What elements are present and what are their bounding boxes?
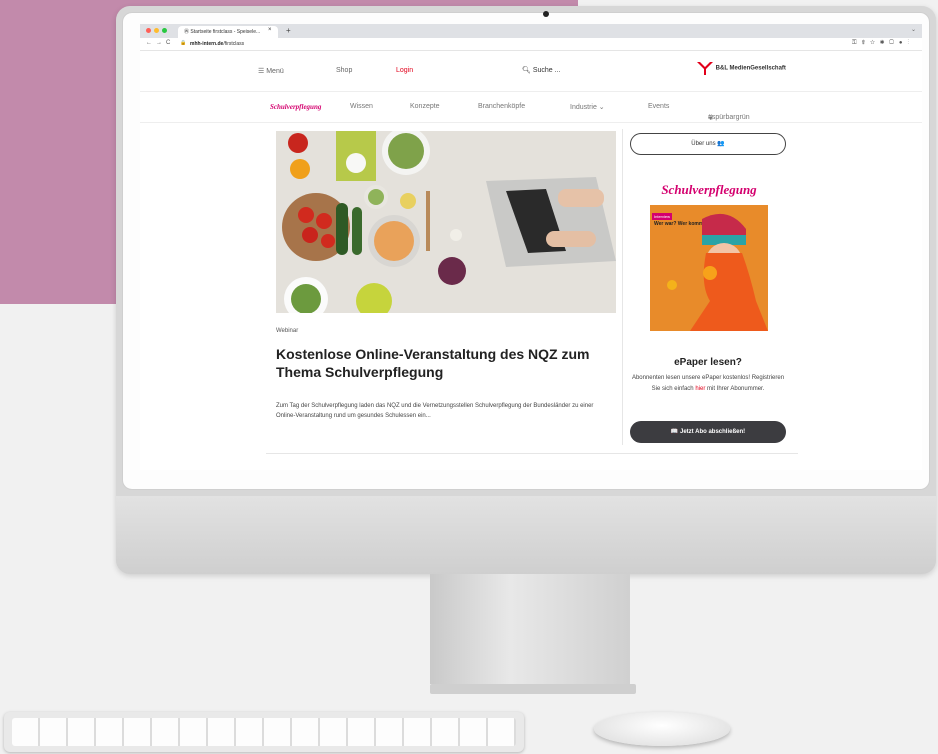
epaper-title: ePaper lesen? — [674, 357, 742, 368]
monitor-stand — [430, 574, 630, 684]
shop-link[interactable]: Shop — [336, 67, 352, 74]
menu-button[interactable]: ☰ Menü — [258, 67, 284, 75]
nav-item-industrie[interactable]: Industrie ⌄ — [570, 103, 605, 111]
main-nav: Schulverpflegung Wissen Konzepte Branche… — [140, 92, 922, 123]
epaper-text-part-2: mit Ihrer Abonummer. — [707, 386, 765, 392]
nav-item-konzepte[interactable]: Konzepte — [410, 103, 440, 110]
chevron-down-icon[interactable]: ⌄ — [911, 26, 916, 33]
keyboard-keys — [12, 718, 516, 746]
toolbar-icons[interactable]: ⚿⇧☆✱▢●⋮ — [852, 40, 914, 47]
epaper-here-link[interactable]: hier — [695, 386, 705, 392]
search-icon: 🔍︎ — [522, 67, 533, 74]
cover-photo — [667, 213, 768, 331]
close-window-button[interactable] — [146, 28, 151, 33]
site-header: ☰ Menü Shop Login 🔍︎ Suche ... B&L Medie… — [140, 51, 922, 92]
browser-window: Ⓦ Startseite firstclass - Speisele... × … — [140, 24, 922, 470]
new-tab-button[interactable]: + — [286, 26, 291, 35]
nav-brand-link[interactable]: Schulverpflegung — [270, 103, 321, 111]
address-bar: ←→C 🔒 mhh-intern.de/firstclass ⚿⇧☆✱▢●⋮ — [140, 38, 922, 51]
url-path: /firstclass — [223, 41, 245, 47]
keyboard — [4, 712, 524, 752]
monitor-stand-base — [430, 684, 636, 694]
window-controls — [146, 28, 170, 35]
tab-bar: Ⓦ Startseite firstclass - Speisele... × … — [140, 24, 922, 38]
column-divider — [622, 129, 623, 445]
epaper-text: Abonnenten lesen unsere ePaper kostenlos… — [630, 373, 786, 395]
bl-logo-icon — [697, 62, 713, 75]
nav-item-events[interactable]: Events — [648, 103, 669, 110]
nav-item-label: #spürbargrün — [708, 114, 750, 121]
lock-icon[interactable]: 🔒 — [180, 40, 186, 46]
subscribe-button[interactable]: 📖 Jetzt Abo abschließen! — [630, 421, 786, 443]
search-label: Suche ... — [532, 67, 561, 74]
brand-logo[interactable]: B&L MedienGesellschaft — [696, 61, 786, 75]
minimize-window-button[interactable] — [154, 28, 159, 33]
tab-title: Startseite firstclass - Speisele... — [190, 29, 261, 35]
tab-close-icon[interactable]: × — [268, 27, 272, 33]
brand-name: B&L MedienGesellschaft — [715, 65, 786, 72]
maximize-window-button[interactable] — [162, 28, 167, 33]
about-us-button[interactable]: Über uns 👥 — [630, 133, 786, 155]
login-link[interactable]: Login — [396, 67, 413, 74]
article-excerpt: Zum Tag der Schulverpflegung laden das N… — [276, 403, 594, 419]
content-divider — [266, 453, 798, 454]
article-category[interactable]: Webinar — [276, 328, 298, 334]
article-title[interactable]: Kostenlose Online-Veranstaltung des NQZ … — [276, 345, 616, 381]
magazine-cover[interactable]: Schulverpflegung Interview Wer war? Wer … — [650, 177, 768, 331]
url-host: mhh-intern.de — [190, 41, 224, 47]
magic-mouse — [594, 712, 730, 746]
url-field[interactable]: mhh-intern.de/firstclass — [190, 41, 244, 47]
browser-tab[interactable]: Ⓦ Startseite firstclass - Speisele... — [178, 26, 278, 38]
article-hero-image[interactable] — [276, 131, 616, 313]
monitor-chin — [116, 496, 936, 574]
cover-title: Schulverpflegung — [650, 177, 768, 205]
camera — [543, 11, 549, 17]
nav-buttons[interactable]: ←→C — [146, 40, 174, 46]
food-laptop-image — [276, 131, 616, 313]
page-content: Webinar Kostenlose Online-Veranstaltung … — [140, 123, 922, 454]
nav-item-wissen[interactable]: Wissen — [350, 103, 373, 110]
nav-item-branchenkoepfe[interactable]: Branchenköpfe — [478, 103, 525, 110]
search-button[interactable]: 🔍︎ Suche ... — [522, 66, 560, 74]
